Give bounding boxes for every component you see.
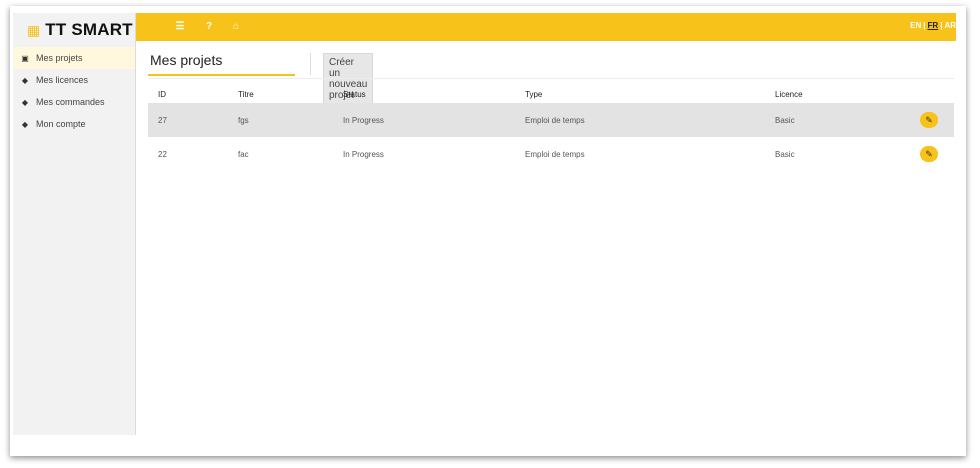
divider — [148, 78, 954, 79]
cell-licence: Basic — [775, 149, 795, 159]
column-header-titre: Titre — [238, 90, 254, 99]
sidebar-item-label: Mes projets — [36, 53, 83, 63]
stack-icon: ◆ — [21, 97, 29, 107]
cell-type: Emploi de temps — [515, 103, 765, 137]
table-row[interactable]: 22 fac In Progress Emploi de temps Basic… — [148, 137, 954, 171]
lang-en-link[interactable]: EN — [910, 21, 921, 30]
tab-mes-projets[interactable]: Mes projets — [148, 52, 297, 76]
top-bar: ☰ ? ⌂ EN | FR | AR — [136, 13, 956, 41]
tab-divider — [310, 53, 311, 75]
active-tab-indicator — [148, 74, 295, 76]
edit-icon[interactable]: ✎ — [920, 146, 938, 162]
cell-status: In Progress — [333, 103, 515, 137]
column-header-type: Type — [525, 90, 543, 99]
projects-table: ID Titre Status Type Licence 27 fgs In P… — [148, 86, 954, 171]
project-icon: ▣ — [21, 53, 29, 63]
cell-type: Emploi de temps — [525, 149, 585, 159]
table-row[interactable]: 27 fgs In Progress Emploi de temps Basic… — [148, 103, 954, 137]
lang-separator: | — [923, 21, 926, 30]
lang-ar-link[interactable]: AR — [944, 21, 956, 30]
sidebar-item-mes-commandes[interactable]: ◆ Mes commandes — [13, 91, 135, 113]
sidebar: ▦ TT SMART ▣ Mes projets ◆ Mes licences … — [13, 13, 136, 435]
sidebar-item-label: Mes licences — [36, 75, 89, 85]
stack-icon: ◆ — [21, 119, 29, 129]
app-title: TT SMART — [45, 20, 133, 39]
table-header-row: ID Titre Status Type Licence — [148, 86, 954, 103]
cell-licence: Basic — [765, 103, 910, 137]
help-icon[interactable]: ? — [202, 19, 216, 33]
home-icon[interactable]: ⌂ — [229, 19, 243, 33]
cell-titre: fac — [238, 149, 249, 159]
lang-fr-link[interactable]: FR — [928, 21, 939, 30]
cell-id: 27 — [148, 103, 228, 137]
sidebar-item-label: Mes commandes — [36, 97, 105, 107]
cell-actions: ✎ — [910, 137, 954, 171]
sidebar-item-mes-licences[interactable]: ◆ Mes licences — [13, 69, 135, 91]
cell-titre: fgs — [228, 103, 333, 137]
cell-id: 22 — [158, 149, 167, 159]
sidebar-item-label: Mon compte — [36, 119, 86, 129]
column-header-status: Status — [343, 90, 366, 99]
lang-separator: | — [940, 21, 943, 30]
cell-status: In Progress — [343, 149, 384, 159]
column-header-licence: Licence — [775, 90, 803, 99]
column-header-id: ID — [158, 90, 166, 99]
edit-icon[interactable]: ✎ — [920, 112, 938, 128]
column-header-actions — [910, 86, 954, 103]
sidebar-nav: ▣ Mes projets ◆ Mes licences ◆ Mes comma… — [13, 47, 135, 135]
calendar-icon: ▦ — [27, 21, 41, 38]
brand: ▦ TT SMART — [27, 15, 133, 45]
menu-icon[interactable]: ☰ — [173, 19, 187, 33]
stack-icon: ◆ — [21, 75, 29, 85]
language-switcher: EN | FR | AR — [910, 21, 956, 30]
sidebar-item-mes-projets[interactable]: ▣ Mes projets — [13, 47, 135, 69]
cell-actions: ✎ — [910, 103, 954, 137]
sidebar-item-mon-compte[interactable]: ◆ Mon compte — [13, 113, 135, 135]
